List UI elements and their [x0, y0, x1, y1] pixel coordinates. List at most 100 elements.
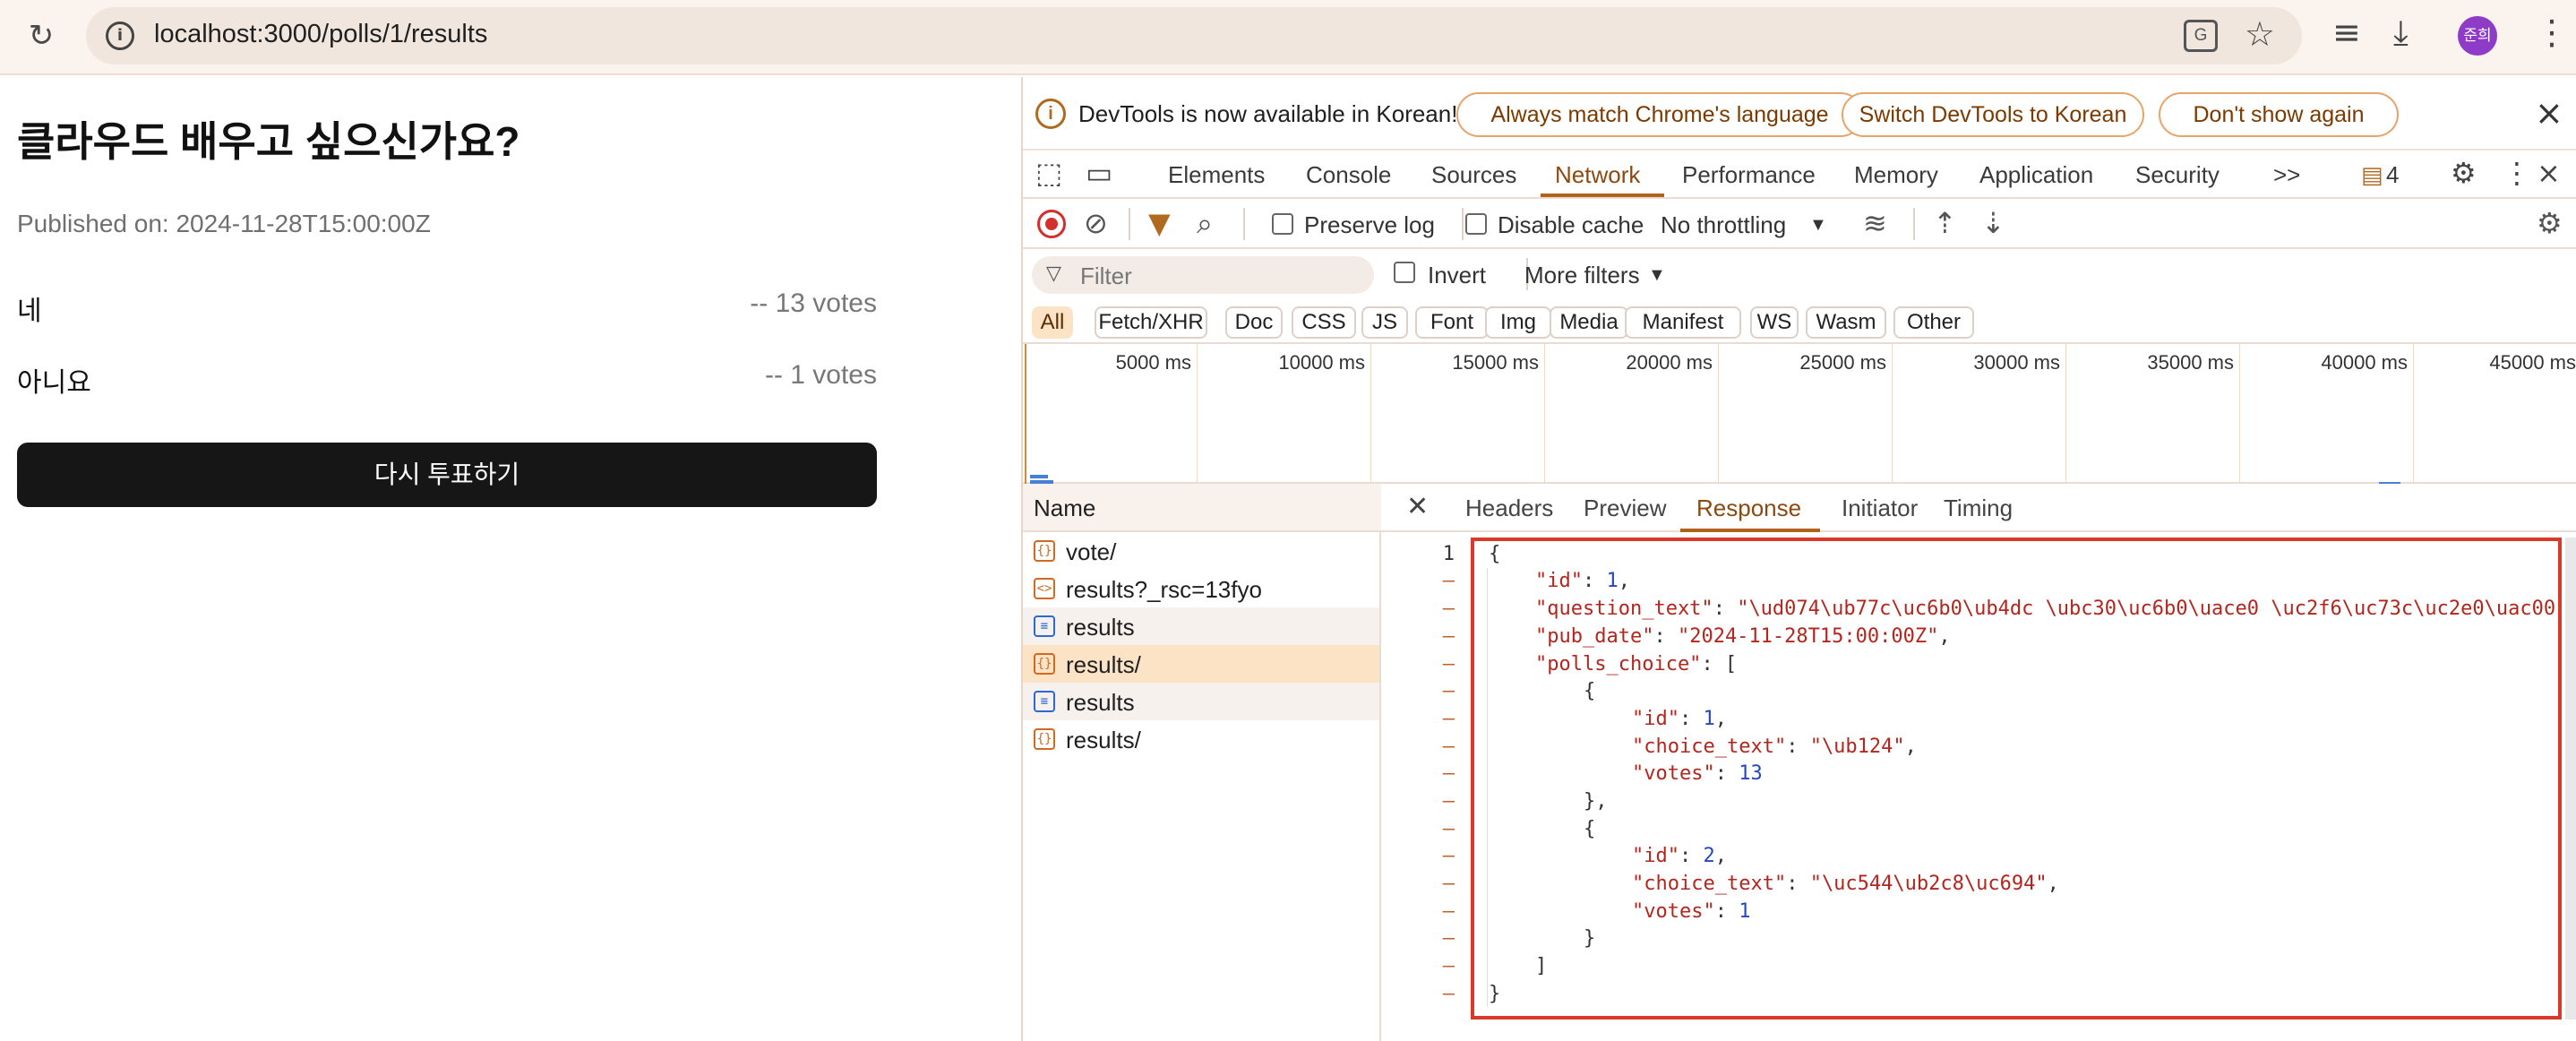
tab-elements[interactable]: Elements — [1168, 161, 1265, 189]
request-name: results — [1066, 689, 1135, 716]
request-row[interactable]: {} results/ — [1023, 720, 1379, 758]
name-header-label: Name — [1034, 495, 1096, 521]
tab-application[interactable]: Application — [1979, 161, 2093, 189]
reading-list-icon[interactable]: ≡ — [2332, 13, 2361, 52]
request-row-selected[interactable]: {} results/ — [1023, 645, 1379, 683]
type-filter-wasm[interactable]: Wasm — [1806, 306, 1886, 339]
bookmark-star-icon[interactable]: ☆ — [2245, 14, 2275, 54]
issues-count[interactable]: 4 — [2386, 161, 2399, 189]
request-row[interactable]: ≡ results — [1023, 607, 1379, 645]
settings-gear-icon[interactable]: ⚙ — [2451, 156, 2477, 190]
translate-icon[interactable]: G — [2184, 20, 2218, 52]
type-filter-media[interactable]: Media — [1550, 306, 1628, 339]
switch-to-korean-button[interactable]: Switch DevTools to Korean — [1842, 92, 2144, 137]
devtools-menu-icon[interactable]: ⋮ — [2503, 156, 2531, 190]
timeline-label: 10000 ms — [1278, 351, 1365, 374]
request-name: results/ — [1066, 727, 1141, 753]
type-filter-js[interactable]: JS — [1361, 306, 1408, 339]
preserve-log-checkbox[interactable] — [1272, 213, 1293, 235]
search-icon[interactable]: ⌕ — [1197, 206, 1213, 241]
document-request-icon: ≡ — [1034, 691, 1055, 712]
reload-icon[interactable]: ↻ — [23, 18, 59, 54]
filter-placeholder: Filter — [1080, 262, 1132, 289]
request-name: results — [1066, 614, 1135, 641]
separator — [1129, 208, 1130, 240]
type-filter-manifest[interactable]: Manifest — [1625, 306, 1741, 339]
disable-cache-checkbox[interactable] — [1465, 213, 1487, 235]
type-filter-fetch-xhr[interactable]: Fetch/XHR — [1095, 306, 1207, 339]
request-row[interactable]: {} vote/ — [1023, 532, 1379, 570]
tab-initiator[interactable]: Initiator — [1842, 495, 1918, 522]
request-name: vote/ — [1066, 538, 1117, 565]
timeline-label: 30000 ms — [1973, 351, 2060, 374]
revote-button[interactable]: 다시 투표하기 — [17, 443, 877, 507]
tab-response[interactable]: Response — [1696, 495, 1801, 522]
type-filter-doc[interactable]: Doc — [1225, 306, 1283, 339]
network-timeline-overview[interactable]: 5000 ms 10000 ms 15000 ms 20000 ms 25000… — [1023, 344, 2576, 491]
choice-votes: -- 1 votes — [764, 360, 877, 390]
device-toolbar-icon[interactable]: ▭ — [1086, 156, 1112, 190]
response-body[interactable]: 1 – – – – – – – – – – – – – – – – { "id"… — [1381, 532, 2576, 1041]
tab-sources[interactable]: Sources — [1431, 161, 1516, 189]
url-text[interactable]: localhost:3000/polls/1/results — [154, 20, 487, 49]
name-column-header[interactable]: Name — [1023, 484, 1381, 532]
close-detail-icon[interactable]: ✕ — [1406, 491, 1429, 522]
page-title: 클라우드 배우고 싶으신가요? — [17, 118, 520, 165]
filter-input[interactable]: ▽ Filter — [1032, 256, 1374, 294]
filter-row: ▽ Filter Invert More filters ▼ — [1023, 249, 2576, 299]
more-filters-button[interactable]: More filters — [1524, 262, 1640, 289]
clear-icon[interactable]: ⊘ — [1084, 206, 1108, 240]
dont-show-again-button[interactable]: Don't show again — [2159, 92, 2399, 137]
tab-security[interactable]: Security — [2135, 161, 2220, 189]
tab-console[interactable]: Console — [1306, 161, 1391, 189]
profile-avatar[interactable]: 준희 — [2458, 16, 2497, 56]
more-filters-dropdown-icon[interactable]: ▼ — [1648, 265, 1666, 286]
fetch-request-icon: {} — [1034, 653, 1055, 675]
browser-menu-icon[interactable]: ⋮ — [2535, 13, 2569, 52]
timeline-start-marker — [1025, 344, 1026, 484]
type-filter-other[interactable]: Other — [1893, 306, 1974, 339]
import-har-icon[interactable]: ⇡ — [1933, 206, 1957, 240]
vertical-scrollbar[interactable] — [2565, 538, 2576, 1019]
type-filter-font[interactable]: Font — [1415, 306, 1489, 339]
tab-performance[interactable]: Performance — [1682, 161, 1816, 189]
fold-marker: – — [1442, 736, 1455, 758]
tab-preview[interactable]: Preview — [1584, 495, 1666, 522]
fold-marker: – — [1442, 818, 1455, 840]
network-settings-gear-icon[interactable]: ⚙ — [2537, 206, 2563, 240]
type-filter-all[interactable]: All — [1032, 306, 1073, 339]
devtools-panel: i DevTools is now available in Korean! A… — [1021, 77, 2576, 1041]
request-row[interactable]: <> results?_rsc=13fyo — [1023, 570, 1379, 607]
tab-timing[interactable]: Timing — [1944, 495, 2013, 522]
preserve-log-label: Preserve log — [1304, 211, 1435, 238]
close-devtools-icon[interactable]: × — [2537, 156, 2561, 190]
published-date: Published on: 2024-11-28T15:00:00Z — [17, 210, 431, 237]
type-filter-css[interactable]: CSS — [1292, 306, 1356, 339]
tab-headers[interactable]: Headers — [1465, 495, 1553, 522]
address-bar[interactable]: i localhost:3000/polls/1/results G ☆ — [86, 7, 2302, 65]
always-match-language-button[interactable]: Always match Chrome's language — [1456, 92, 1863, 137]
fold-marker: – — [1442, 927, 1455, 950]
close-infobar-icon[interactable]: × — [2535, 93, 2563, 133]
tab-network[interactable]: Network — [1555, 161, 1640, 189]
request-row[interactable]: ≡ results — [1023, 683, 1379, 720]
network-conditions-icon[interactable]: ≋ — [1863, 206, 1887, 240]
inspect-element-icon[interactable]: ⬚ — [1035, 156, 1062, 190]
issues-icon[interactable]: ▤ — [2361, 161, 2383, 189]
timeline-label: 35000 ms — [2147, 351, 2234, 374]
record-icon[interactable] — [1037, 210, 1066, 238]
download-icon[interactable]: ⤓ — [2393, 13, 2409, 53]
type-filter-img[interactable]: Img — [1485, 306, 1551, 339]
throttling-dropdown-icon[interactable]: ▼ — [1809, 215, 1827, 236]
highlight-box — [1471, 538, 2562, 1019]
more-tabs-icon[interactable]: >> — [2273, 161, 2300, 189]
export-har-icon[interactable]: ⇣ — [1981, 206, 2005, 240]
separator — [1913, 208, 1915, 240]
throttling-select[interactable]: No throttling — [1661, 211, 1786, 239]
filter-funnel-icon[interactable]: ▼ — [1148, 206, 1171, 240]
site-info-icon[interactable]: i — [106, 22, 134, 50]
devtools-language-infobar: i DevTools is now available in Korean! A… — [1023, 77, 2576, 151]
invert-checkbox[interactable] — [1394, 262, 1415, 283]
type-filter-ws[interactable]: WS — [1750, 306, 1799, 339]
tab-memory[interactable]: Memory — [1854, 161, 1938, 189]
